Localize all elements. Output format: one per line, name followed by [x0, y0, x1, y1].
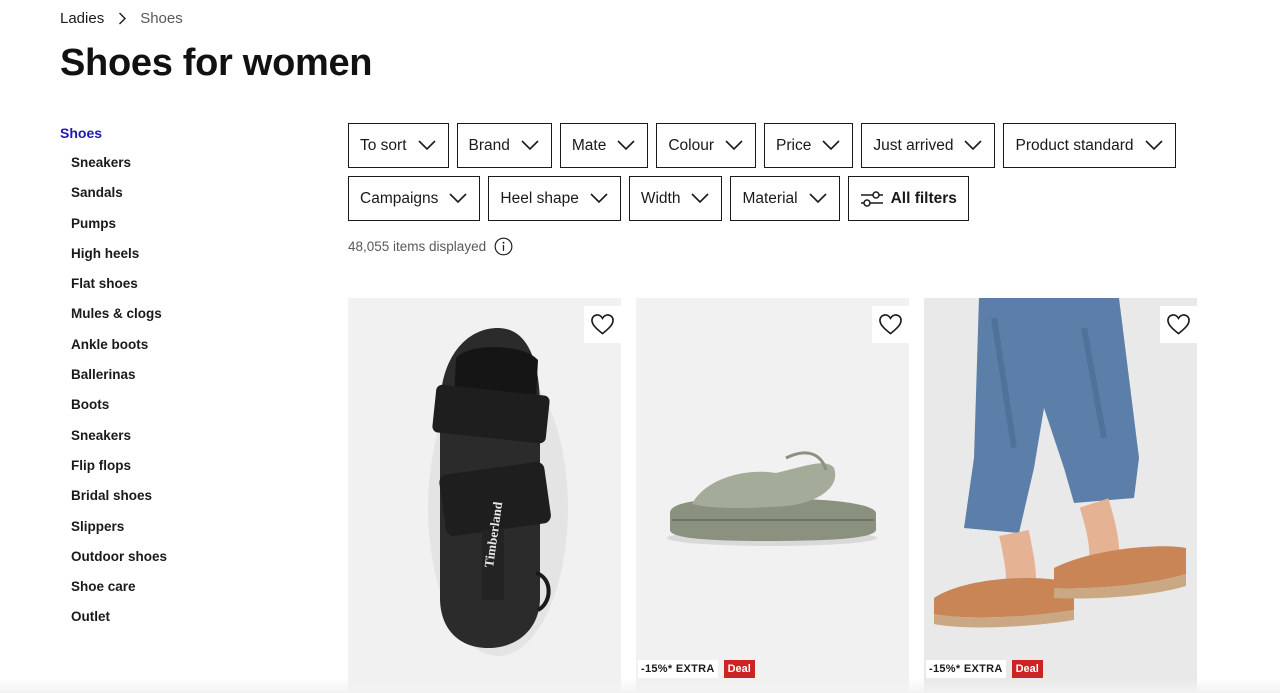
- filter-label: Width: [640, 189, 681, 207]
- wishlist-button[interactable]: [584, 306, 621, 343]
- filter-heel-shape-dropdown[interactable]: Heel shape: [488, 176, 621, 221]
- product-card[interactable]: -15%* EXTRA Deal: [636, 298, 909, 693]
- result-count: 48,055 items displayed: [348, 237, 513, 256]
- filter-label: Product standard: [1015, 136, 1134, 154]
- product-card[interactable]: -15%* EXTRA Deal: [924, 298, 1197, 693]
- filter-label: Price: [776, 136, 812, 154]
- sidebar-item-ballerinas[interactable]: Ballerinas: [60, 366, 300, 396]
- sidebar-item-outlet[interactable]: Outlet: [60, 608, 300, 638]
- chevron-down-icon: [417, 139, 437, 153]
- filter-material-dropdown[interactable]: Material: [730, 176, 840, 221]
- filter-price-dropdown[interactable]: Price: [764, 123, 854, 168]
- filter-label: Brand: [468, 136, 510, 154]
- filter-label: Colour: [668, 136, 715, 154]
- filter-row: Campaigns Heel shape Width Material All filt…: [348, 176, 1208, 221]
- product-card[interactable]: Timberland: [348, 298, 621, 693]
- filter-label: Material: [742, 189, 798, 207]
- sidebar-item-sneakers[interactable]: Sneakers: [60, 427, 300, 457]
- chevron-right-icon: [110, 9, 134, 27]
- sidebar-item-flip-flops[interactable]: Flip flops: [60, 457, 300, 487]
- filter-label: Heel shape: [500, 189, 579, 207]
- sidebar-item-sandals[interactable]: Sandals: [60, 184, 300, 214]
- sidebar-item-mules-clogs[interactable]: Mules & clogs: [60, 305, 300, 335]
- sidebar-category-list: Sneakers Sandals Pumps High heels Flat shoes…: [60, 154, 300, 639]
- sidebar-item-high-heels[interactable]: High heels: [60, 245, 300, 275]
- info-icon[interactable]: [494, 237, 513, 256]
- heart-outline-icon: [879, 314, 902, 335]
- chevron-down-icon: [821, 139, 841, 153]
- deal-badge: Deal: [1011, 660, 1043, 678]
- all-filters-label: All filters: [890, 189, 957, 207]
- filter-product-standard-dropdown[interactable]: Product standard: [1003, 123, 1176, 168]
- sidebar-item-slippers[interactable]: Slippers: [60, 518, 300, 548]
- chevron-down-icon: [520, 139, 540, 153]
- chevron-down-icon: [963, 139, 983, 153]
- extra-discount-badge: -15%* EXTRA: [926, 660, 1006, 678]
- sidebar-item-ankle-boots[interactable]: Ankle boots: [60, 336, 300, 366]
- filter-mate-dropdown[interactable]: Mate: [559, 123, 649, 168]
- filter-label: Mate: [571, 136, 607, 154]
- sidebar-item-bridal-shoes[interactable]: Bridal shoes: [60, 487, 300, 517]
- filter-label: Just arrived: [873, 136, 954, 154]
- chevron-down-icon: [616, 139, 636, 153]
- deal-badge: Deal: [723, 660, 755, 678]
- chevron-down-icon: [724, 139, 744, 153]
- sliders-icon: [860, 189, 884, 209]
- breadcrumb-ladies-link[interactable]: Ladies: [60, 10, 104, 27]
- wishlist-button[interactable]: [872, 306, 909, 343]
- bottom-fade: [0, 678, 1280, 693]
- heart-outline-icon: [591, 314, 614, 335]
- filter-to-sort-dropdown[interactable]: To sort: [348, 123, 449, 168]
- breadcrumb: Ladies Shoes: [60, 9, 183, 27]
- chevron-down-icon: [448, 192, 468, 206]
- sidebar-item-boots[interactable]: Boots: [60, 396, 300, 426]
- result-count-text: 48,055 items displayed: [348, 239, 487, 254]
- extra-discount-badge: -15%* EXTRA: [638, 660, 718, 678]
- product-image: [924, 298, 1197, 693]
- product-image: Timberland: [348, 298, 621, 693]
- filter-bar: To sort Brand Mate Colour Price Just arrived P…: [348, 123, 1208, 229]
- filter-label: Campaigns: [360, 189, 439, 207]
- sidebar-item-pumps[interactable]: Pumps: [60, 215, 300, 245]
- filter-just-arrived-dropdown[interactable]: Just arrived: [861, 123, 996, 168]
- wishlist-button[interactable]: [1160, 306, 1197, 343]
- sidebar-item-sneakers[interactable]: Sneakers: [60, 154, 300, 184]
- filter-label: To sort: [360, 136, 407, 154]
- filter-width-dropdown[interactable]: Width: [628, 176, 723, 221]
- filter-colour-dropdown[interactable]: Colour: [656, 123, 757, 168]
- chevron-down-icon: [690, 192, 710, 206]
- category-sidebar: Shoes Sneakers Sandals Pumps High heels Flat…: [60, 124, 300, 639]
- chevron-down-icon: [1144, 139, 1164, 153]
- filter-row: To sort Brand Mate Colour Price Just arrived P…: [348, 123, 1208, 168]
- sidebar-item-shoe-care[interactable]: Shoe care: [60, 578, 300, 608]
- filter-campaigns-dropdown[interactable]: Campaigns: [348, 176, 481, 221]
- product-badges: -15%* EXTRA Deal: [638, 660, 755, 678]
- product-image: [636, 298, 909, 693]
- sidebar-item-outdoor-shoes[interactable]: Outdoor shoes: [60, 548, 300, 578]
- product-badges: -15%* EXTRA Deal: [926, 660, 1043, 678]
- page-title: Shoes for women: [60, 42, 373, 84]
- all-filters-button[interactable]: All filters: [847, 176, 969, 221]
- breadcrumb-current: Shoes: [140, 9, 183, 27]
- product-grid: Timberland -15%* EXTRA Deal -15%* EXTRA …: [348, 298, 1197, 693]
- chevron-down-icon: [589, 192, 609, 206]
- chevron-down-icon: [808, 192, 828, 206]
- filter-brand-dropdown[interactable]: Brand: [456, 123, 552, 168]
- sidebar-item-shoes[interactable]: Shoes: [60, 124, 300, 142]
- sidebar-item-flat-shoes[interactable]: Flat shoes: [60, 275, 300, 305]
- heart-outline-icon: [1167, 314, 1190, 335]
